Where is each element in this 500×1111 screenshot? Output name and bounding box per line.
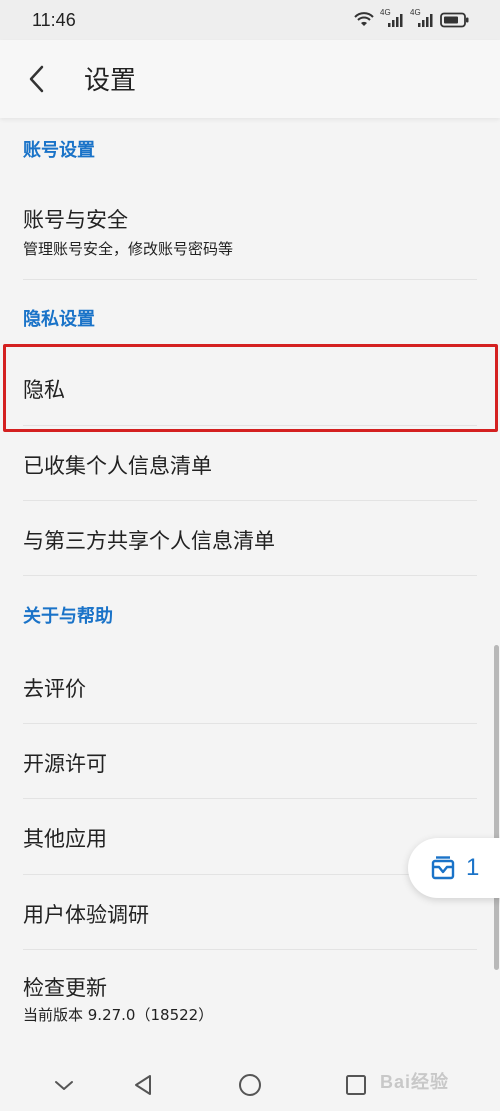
list-item-title: 检查更新 xyxy=(23,976,107,1000)
nav-home-button[interactable] xyxy=(236,1071,264,1099)
inbox-count: 1 xyxy=(466,854,480,881)
square-recents-icon xyxy=(346,1075,366,1095)
list-item-title: 去评价 xyxy=(23,677,86,701)
list-item-title: 账号与安全 xyxy=(23,208,128,232)
status-bar: 11:46 4G 4G xyxy=(0,0,500,40)
signal-icon: 4G xyxy=(410,8,434,28)
list-item-account-security[interactable]: 账号与安全 管理账号安全，修改账号密码等 xyxy=(0,190,500,280)
list-item-open-source[interactable]: 开源许可 xyxy=(0,724,500,799)
list-item-subtitle: 当前版本 9.27.0（18522） xyxy=(23,1006,214,1024)
circle-home-icon xyxy=(239,1074,261,1096)
list-item-title: 与第三方共享个人信息清单 xyxy=(23,529,275,553)
list-item-title: 用户体验调研 xyxy=(23,903,149,927)
list-item-shared-info[interactable]: 与第三方共享个人信息清单 xyxy=(0,501,500,576)
triangle-back-icon xyxy=(135,1075,151,1095)
nav-hide-button[interactable] xyxy=(50,1071,78,1099)
inbox-icon xyxy=(431,856,455,880)
section-header-account: 账号设置 xyxy=(23,140,95,161)
nav-back-button[interactable] xyxy=(130,1071,158,1099)
list-item-title: 开源许可 xyxy=(23,752,107,776)
divider xyxy=(23,575,477,576)
list-item-title: 其他应用 xyxy=(23,827,107,851)
list-item-rate[interactable]: 去评价 xyxy=(0,648,500,723)
floating-inbox-button[interactable]: 1 xyxy=(408,838,500,898)
divider xyxy=(23,279,477,280)
nav-recents-button[interactable] xyxy=(342,1071,370,1099)
watermark-text: Bai经验 xyxy=(380,1072,450,1092)
status-time: 11:46 xyxy=(32,9,76,30)
wifi-icon xyxy=(354,12,374,26)
list-item-title: 已收集个人信息清单 xyxy=(23,454,212,478)
chevron-down-icon xyxy=(55,1081,73,1090)
page-title: 设置 xyxy=(84,66,137,96)
list-item-subtitle: 管理账号安全，修改账号密码等 xyxy=(23,240,234,258)
list-item-check-update[interactable]: 检查更新 当前版本 9.27.0（18522） xyxy=(0,950,500,1046)
back-button[interactable] xyxy=(22,62,54,96)
back-arrow-icon xyxy=(29,65,44,93)
app-header: 设置 xyxy=(0,40,500,118)
status-icons: 4G 4G xyxy=(354,8,470,28)
scrollbar[interactable] xyxy=(494,645,499,970)
battery-icon xyxy=(440,12,469,28)
highlight-box xyxy=(3,344,498,432)
settings-list: 账号设置 账号与安全 管理账号安全，修改账号密码等 隐私设置 隐私 已收集个人信… xyxy=(0,118,500,1058)
section-header-privacy: 隐私设置 xyxy=(23,309,95,330)
signal-icon: 4G xyxy=(380,8,404,28)
section-header-about: 关于与帮助 xyxy=(23,606,113,627)
list-item-collected-info[interactable]: 已收集个人信息清单 xyxy=(0,426,500,501)
